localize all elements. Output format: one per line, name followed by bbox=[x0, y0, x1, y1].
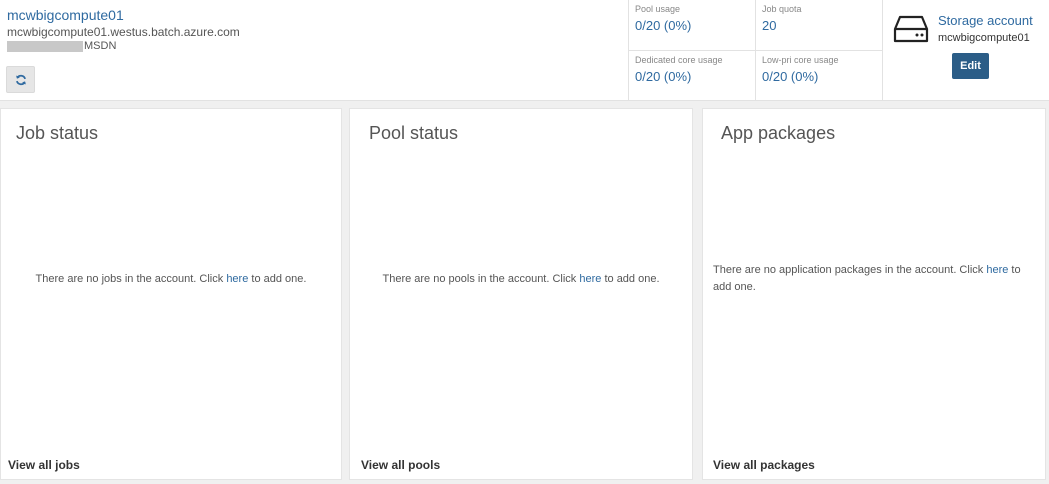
empty-message: There are no pools in the account. Click… bbox=[360, 271, 682, 288]
view-all-jobs-link[interactable]: View all jobs bbox=[8, 458, 80, 472]
quota-label: Job quota bbox=[762, 4, 802, 14]
quota-value: 20 bbox=[762, 18, 777, 33]
add-job-link[interactable]: here bbox=[226, 273, 248, 285]
refresh-button[interactable] bbox=[6, 66, 35, 93]
view-all-pools-link[interactable]: View all pools bbox=[361, 458, 440, 472]
app-packages-card: App packages There are no application pa… bbox=[702, 108, 1046, 480]
add-pool-link[interactable]: here bbox=[579, 273, 601, 285]
subscription-name: MSDN bbox=[84, 39, 117, 52]
empty-text: There are no pools in the account. Click bbox=[382, 273, 580, 285]
storage-account-title: Storage account bbox=[938, 13, 1033, 28]
view-all-packages-link[interactable]: View all packages bbox=[713, 458, 815, 472]
empty-message: There are no application packages in the… bbox=[713, 262, 1037, 296]
quota-job-quota: Job quota 20 bbox=[755, 0, 882, 50]
quota-low-pri-core-usage: Low-pri core usage 0/20 (0%) bbox=[755, 50, 882, 100]
quota-pool-usage: Pool usage 0/20 (0%) bbox=[629, 0, 756, 50]
quota-value: 0/20 (0%) bbox=[635, 18, 692, 33]
card-title: App packages bbox=[721, 123, 836, 143]
job-status-card: Job status There are no jobs in the acco… bbox=[0, 108, 342, 480]
pool-status-card: Pool status There are no pools in the ac… bbox=[349, 108, 693, 480]
empty-text: to add one. bbox=[248, 273, 307, 285]
edit-storage-button[interactable]: Edit bbox=[952, 53, 989, 79]
storage-account-panel: Storage account mcwbigcompute01 Edit bbox=[882, 0, 1049, 101]
hard-drive-icon bbox=[893, 15, 929, 43]
empty-message: There are no jobs in the account. Click … bbox=[11, 271, 331, 288]
empty-text: There are no application packages in the… bbox=[713, 264, 987, 276]
storage-account-name: mcwbigcompute01 bbox=[938, 32, 1030, 44]
quota-value: 0/20 (0%) bbox=[762, 69, 819, 84]
quota-label: Low-pri core usage bbox=[762, 55, 839, 65]
quota-dedicated-core-usage: Dedicated core usage 0/20 (0%) bbox=[629, 50, 756, 100]
subscription-row: MSDN bbox=[7, 40, 116, 52]
empty-text: There are no jobs in the account. Click bbox=[35, 273, 227, 285]
card-title: Pool status bbox=[369, 123, 459, 143]
quota-label: Dedicated core usage bbox=[635, 55, 723, 65]
account-header: mcwbigcompute01 mcwbigcompute01.westus.b… bbox=[0, 0, 1049, 101]
redacted-subscription-id bbox=[7, 40, 83, 52]
empty-text: to add one. bbox=[601, 273, 660, 285]
quota-value: 0/20 (0%) bbox=[635, 69, 692, 84]
add-package-link[interactable]: here bbox=[986, 264, 1008, 276]
quota-grid: Pool usage 0/20 (0%) Job quota 20 Dedica… bbox=[628, 0, 882, 101]
account-url: mcwbigcompute01.westus.batch.azure.com bbox=[7, 25, 240, 39]
quota-label: Pool usage bbox=[635, 4, 681, 14]
refresh-icon bbox=[15, 74, 26, 85]
account-name: mcwbigcompute01 bbox=[7, 7, 124, 23]
card-title: Job status bbox=[16, 123, 99, 143]
